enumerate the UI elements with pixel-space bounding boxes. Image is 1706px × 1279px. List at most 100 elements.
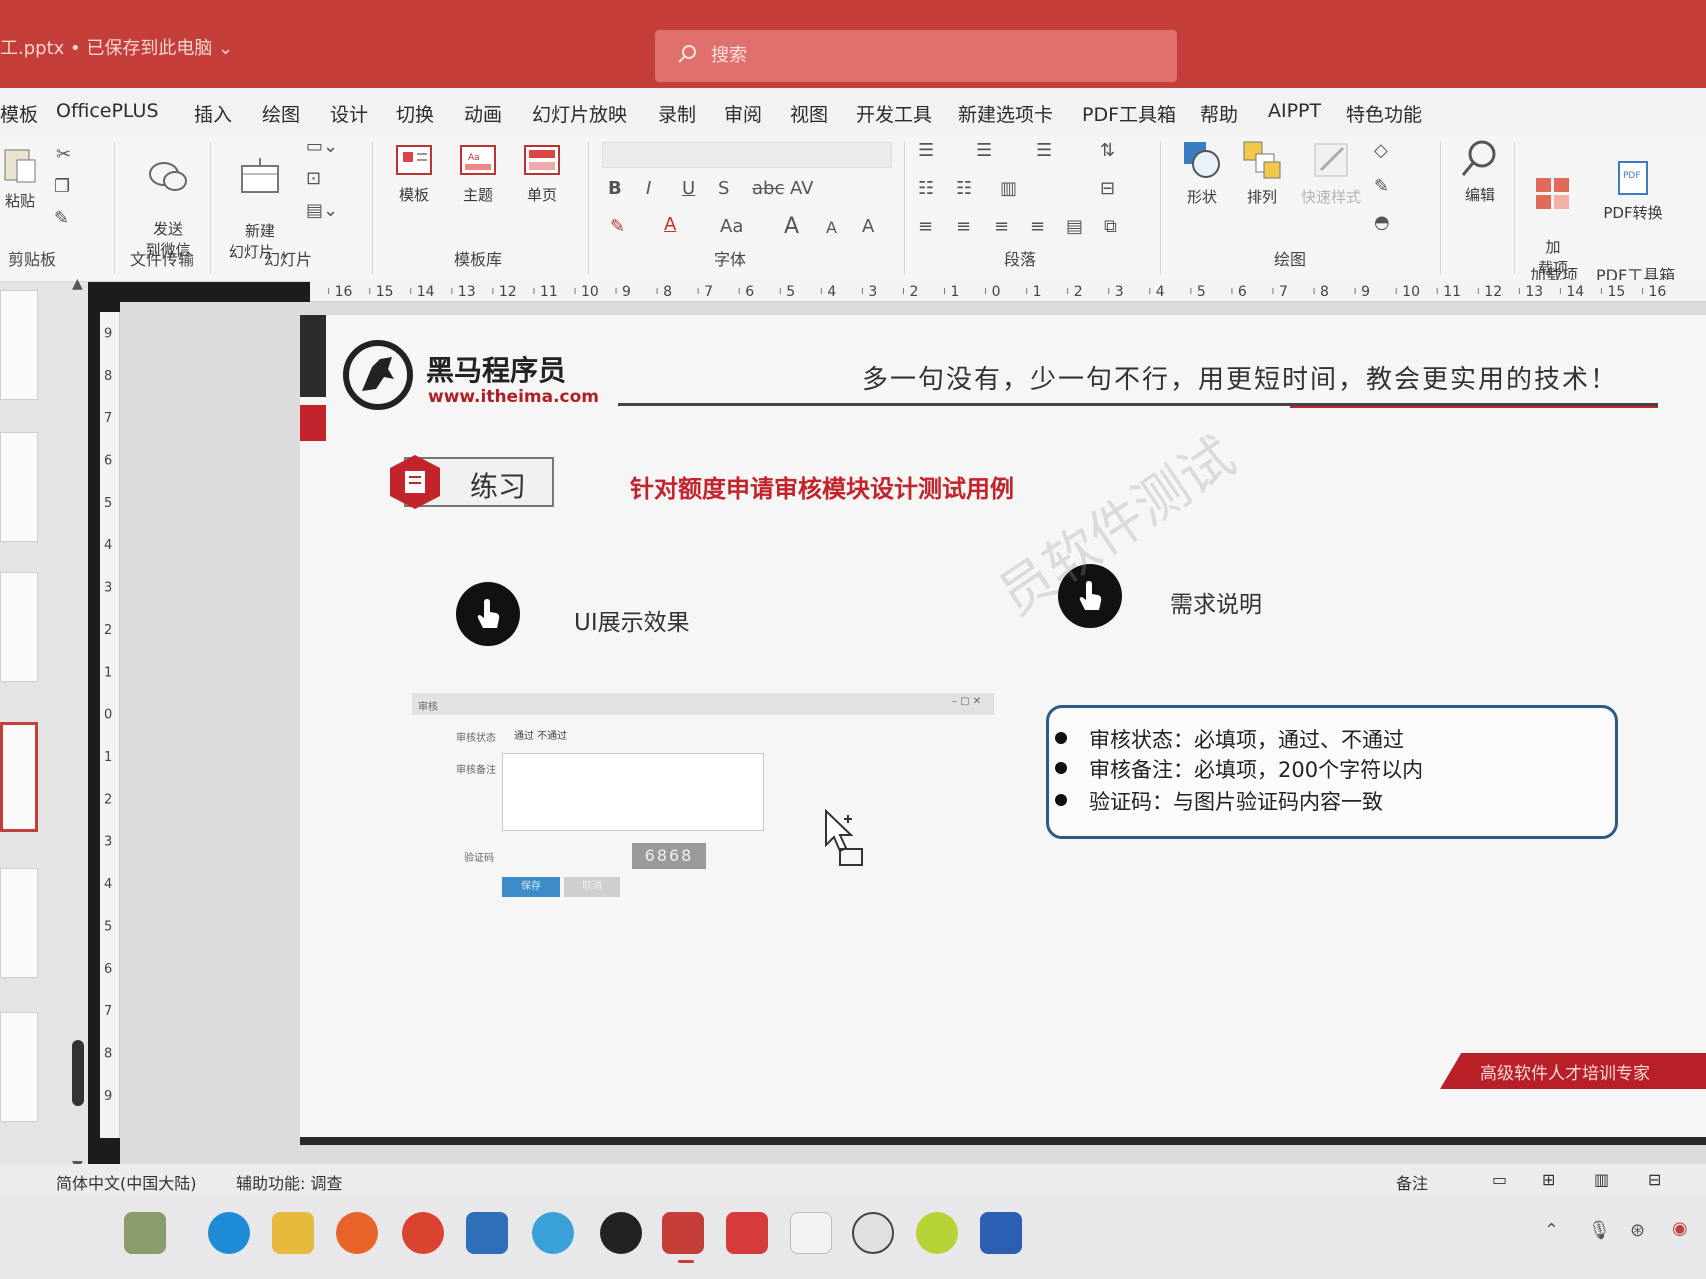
- pdf-convert-button[interactable]: PDF PDF转换: [1598, 160, 1668, 223]
- increase-indent-icon[interactable]: ☷: [956, 178, 972, 199]
- app-icon[interactable]: [916, 1212, 958, 1254]
- notification-icon[interactable]: ◉: [1672, 1218, 1688, 1239]
- slide-canvas[interactable]: 黑马程序员 www.itheima.com 多一句没有，少一句不行，用更短时间，…: [300, 315, 1706, 1145]
- tab-draw[interactable]: 绘图: [262, 100, 300, 127]
- italic-button[interactable]: I: [646, 178, 651, 199]
- grow-font-button[interactable]: A: [784, 214, 799, 239]
- layout-icon[interactable]: ▭⌄: [306, 136, 338, 157]
- search-box[interactable]: [655, 30, 1177, 82]
- slide-thumbnail[interactable]: [0, 868, 38, 978]
- tab-transitions[interactable]: 切换: [396, 100, 434, 127]
- tab-slideshow[interactable]: 幻灯片放映: [532, 100, 627, 127]
- text-direction-icon[interactable]: ⇅: [1100, 140, 1115, 161]
- quick-styles-button[interactable]: 快速样式: [1296, 140, 1366, 207]
- editing-button[interactable]: 编辑: [1456, 138, 1504, 205]
- clear-format-button[interactable]: A: [862, 216, 874, 237]
- distributed-icon[interactable]: ▤: [1066, 216, 1083, 237]
- tab-design[interactable]: 设计: [330, 100, 368, 127]
- tab-special[interactable]: 特色功能: [1346, 100, 1422, 127]
- slide-thumbnail-active[interactable]: [0, 722, 38, 832]
- char-spacing-button[interactable]: AV: [790, 178, 813, 199]
- tab-review[interactable]: 审阅: [724, 100, 762, 127]
- accessibility-indicator[interactable]: 辅助功能: 调查: [236, 1170, 342, 1194]
- typora-icon[interactable]: [790, 1212, 832, 1254]
- section-icon[interactable]: ▤⌄: [306, 200, 338, 221]
- chat-app-icon[interactable]: [532, 1212, 574, 1254]
- cut-icon[interactable]: ✂: [56, 144, 71, 165]
- remote-desktop-icon[interactable]: [466, 1212, 508, 1254]
- shrink-font-button[interactable]: A: [826, 218, 837, 237]
- arrange-button[interactable]: 排列: [1238, 140, 1286, 207]
- search-input[interactable]: [711, 40, 1131, 70]
- align-left-icon[interactable]: ≡: [918, 216, 933, 237]
- addins-button[interactable]: 加 载项: [1528, 158, 1578, 278]
- theme-button[interactable]: Aa 主题: [452, 144, 504, 205]
- chevron-up-icon[interactable]: ⌃: [1544, 1220, 1559, 1241]
- normal-view-icon[interactable]: ▭: [1492, 1170, 1507, 1189]
- reset-icon[interactable]: ⊡: [306, 168, 321, 189]
- align-center-icon[interactable]: ≡: [956, 216, 971, 237]
- smartart-icon[interactable]: ⧉: [1104, 216, 1117, 237]
- tab-new-tab[interactable]: 新建选项卡: [958, 100, 1053, 127]
- line-spacing-icon[interactable]: ☰: [1036, 140, 1052, 161]
- firefox-icon[interactable]: [336, 1212, 378, 1254]
- tab-view[interactable]: 视图: [790, 100, 828, 127]
- shape-fill-icon[interactable]: ◇: [1374, 140, 1388, 161]
- reading-view-icon[interactable]: ▥: [1594, 1170, 1609, 1189]
- tab-help[interactable]: 帮助: [1200, 100, 1238, 127]
- numbering-icon[interactable]: ☰: [976, 140, 992, 161]
- align-text-icon[interactable]: ⊟: [1100, 178, 1115, 199]
- send-to-wechat-button[interactable]: 发送 到微信: [132, 142, 204, 260]
- new-slide-button[interactable]: 新建 幻灯片 ⌄: [222, 140, 298, 262]
- language-indicator[interactable]: 简体中文(中国大陆): [56, 1170, 197, 1194]
- tab-officeplus[interactable]: OfficePLUS: [56, 100, 159, 122]
- template-button[interactable]: 模板: [388, 144, 440, 205]
- justify-icon[interactable]: ≡: [1030, 216, 1045, 237]
- slide-sorter-icon[interactable]: ⊞: [1542, 1170, 1555, 1189]
- font-color-icon[interactable]: A: [664, 214, 676, 235]
- thumbnail-scrollbar[interactable]: [72, 1040, 84, 1106]
- columns-icon[interactable]: ▥: [1000, 178, 1017, 199]
- network-icon[interactable]: ⊛: [1630, 1220, 1645, 1241]
- document-title[interactable]: 工.pptx • 已保存到此电脑 ⌄: [0, 34, 233, 60]
- slide-thumbnail[interactable]: [0, 572, 38, 682]
- tab-aippt[interactable]: AIPPT: [1268, 100, 1321, 122]
- chrome-icon[interactable]: [402, 1212, 444, 1254]
- media-player-icon[interactable]: [600, 1212, 642, 1254]
- slide-thumbnail[interactable]: [0, 432, 38, 542]
- highlight-icon[interactable]: ✎: [610, 216, 625, 237]
- shape-effects-icon[interactable]: ◓: [1374, 212, 1390, 233]
- xmind-icon[interactable]: [726, 1212, 768, 1254]
- strikethrough-icon[interactable]: abc: [752, 178, 784, 199]
- underline-button[interactable]: U: [682, 178, 695, 199]
- edge-browser-icon[interactable]: [208, 1212, 250, 1254]
- format-painter-icon[interactable]: ✎: [54, 208, 69, 229]
- slide-thumbnail[interactable]: [0, 290, 38, 400]
- font-name-select[interactable]: [602, 142, 892, 168]
- clock-icon[interactable]: [852, 1212, 894, 1254]
- tab-templates[interactable]: 模板: [0, 100, 38, 127]
- tab-insert[interactable]: 插入: [194, 100, 232, 127]
- shadow-button[interactable]: S: [718, 178, 729, 199]
- word-icon[interactable]: [980, 1212, 1022, 1254]
- slide-thumbnail[interactable]: [0, 1012, 38, 1122]
- decrease-indent-icon[interactable]: ☷: [918, 178, 934, 199]
- shape-outline-icon[interactable]: ✎: [1374, 176, 1389, 197]
- change-case-button[interactable]: Aa: [720, 216, 743, 237]
- single-page-button[interactable]: 单页: [516, 144, 568, 205]
- microphone-icon[interactable]: 🎙: [1588, 1220, 1611, 1241]
- bullets-icon[interactable]: ☰: [918, 140, 934, 161]
- slideshow-view-icon[interactable]: ⊟: [1648, 1170, 1661, 1189]
- tab-developer[interactable]: 开发工具: [856, 100, 932, 127]
- notes-button[interactable]: 备注: [1396, 1170, 1428, 1194]
- powerpoint-icon[interactable]: [662, 1212, 704, 1254]
- widgets-icon[interactable]: [124, 1212, 166, 1254]
- tab-pdf-toolbox[interactable]: PDF工具箱: [1082, 100, 1176, 127]
- file-explorer-icon[interactable]: [272, 1212, 314, 1254]
- copy-icon[interactable]: ❐: [54, 176, 70, 197]
- align-right-icon[interactable]: ≡: [994, 216, 1009, 237]
- scroll-up-icon[interactable]: ▲: [72, 276, 83, 292]
- bold-button[interactable]: B: [608, 178, 622, 199]
- tab-record[interactable]: 录制: [658, 100, 696, 127]
- paste-button[interactable]: 粘贴: [0, 144, 40, 211]
